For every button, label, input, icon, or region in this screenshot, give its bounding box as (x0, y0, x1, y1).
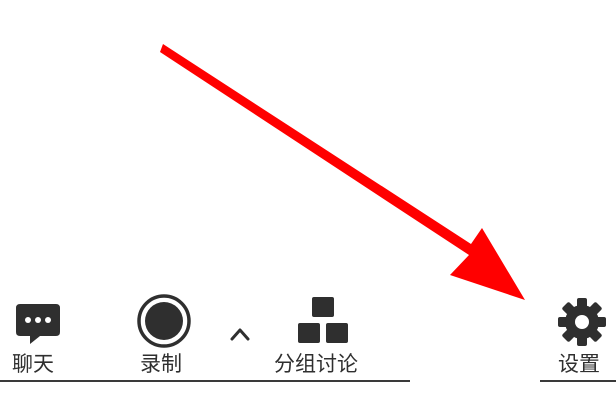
record-label: 录制 (140, 352, 182, 376)
breakout-rooms-button[interactable]: 分组讨论 (272, 288, 382, 383)
toolbar-divider (0, 380, 410, 382)
chevron-up-icon[interactable] (228, 324, 252, 344)
meeting-toolbar: 聊天 录制 分组讨论 设置 (0, 288, 616, 405)
record-icon (137, 294, 191, 348)
chat-bubble-icon (16, 304, 60, 344)
breakout-rooms-icon (298, 297, 348, 343)
toolbar-divider (540, 380, 616, 382)
settings-button[interactable]: 设置 (552, 288, 616, 383)
meeting-screen: 聊天 录制 分组讨论 设置 (0, 0, 616, 405)
chat-button[interactable]: 聊天 (8, 288, 68, 383)
breakout-rooms-label: 分组讨论 (274, 352, 358, 376)
chat-label: 聊天 (12, 352, 54, 376)
settings-label: 设置 (558, 352, 600, 376)
record-button[interactable]: 录制 (130, 288, 200, 383)
gear-icon (558, 298, 606, 346)
